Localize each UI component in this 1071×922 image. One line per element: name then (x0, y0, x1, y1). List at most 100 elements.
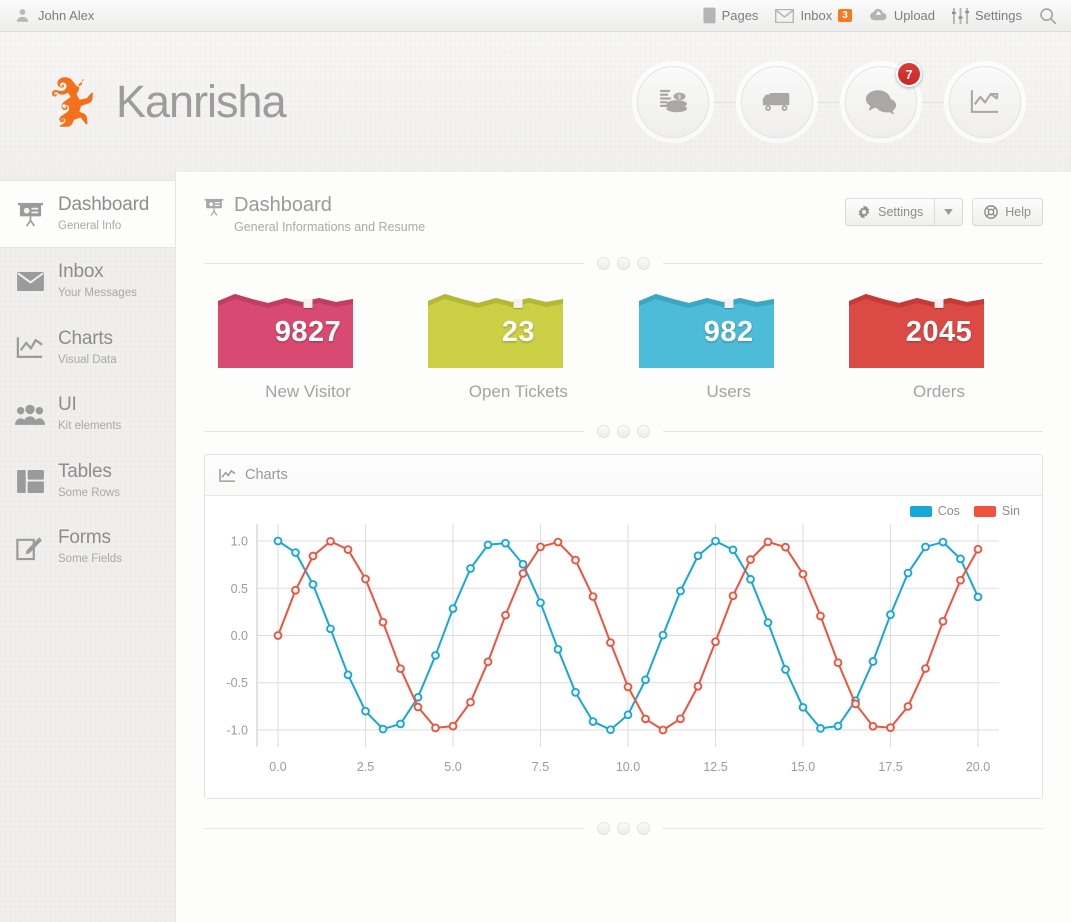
chart-marker (536, 542, 545, 552)
chart-marker (343, 545, 353, 554)
sidebar-item-dashboard[interactable]: Dashboard General Info (0, 180, 175, 249)
user-menu[interactable]: John Alex (14, 7, 94, 24)
legend-item-cos[interactable]: Cos (909, 504, 960, 518)
stat-value: 2045 (905, 316, 973, 348)
stat-card-open-tickets[interactable]: 23 Open Tickets (428, 290, 608, 402)
app-header: Kanrisha $ 7 (0, 32, 1071, 172)
page-header-text: Dashboard General Informations and Resum… (234, 194, 425, 234)
quicknav-delivery[interactable] (741, 66, 813, 138)
line-chart-icon (970, 89, 1000, 115)
stat-pin (513, 299, 523, 308)
charts-panel-title: Charts (245, 467, 288, 483)
separator-dot (637, 424, 650, 438)
chart-marker (273, 536, 283, 546)
main-content: Dashboard General Informations and Resum… (175, 172, 1071, 922)
chart-marker (763, 537, 773, 547)
stat-pin (724, 299, 734, 308)
sidebar-item-inbox[interactable]: Inbox Your Messages (0, 248, 175, 314)
page-actions: Settings Help (845, 194, 1043, 226)
separator-dot (617, 424, 630, 438)
chart-marker (431, 651, 440, 660)
settings-button[interactable]: Settings (845, 198, 935, 226)
separator-dots (584, 424, 663, 438)
stat-card-orders[interactable]: 2045 Orders (848, 290, 1029, 402)
chart-marker (711, 637, 720, 647)
sidebar: Dashboard General Info Inbox Your Messag… (0, 172, 175, 922)
settings-button-group: Settings (845, 198, 964, 226)
sidebar-title-forms: Forms (58, 527, 111, 549)
chart-marker (588, 717, 598, 726)
chart-marker (273, 631, 283, 640)
sidebar-item-ui[interactable]: UI Kit elements (0, 381, 175, 447)
chart-marker (956, 554, 965, 564)
help-button[interactable]: Help (972, 198, 1043, 226)
separator-dot (597, 256, 610, 270)
sidebar-text-inbox: Inbox Your Messages (58, 262, 137, 300)
stat-label: Users (706, 382, 751, 401)
topbar-label-pages: Pages (721, 8, 759, 23)
stat-card-new-visitor[interactable]: 9827 New Visitor (218, 290, 398, 402)
chart-marker (728, 591, 738, 601)
search-button[interactable] (1039, 7, 1057, 25)
topbar-item-upload[interactable]: Upload (869, 8, 935, 23)
quicknav-coins[interactable]: $ (637, 66, 709, 138)
inbox-badge: 3 (838, 8, 852, 23)
separator-dot (617, 256, 630, 270)
chart-marker (501, 610, 510, 620)
chart-marker (641, 675, 650, 685)
pencil-square-icon (14, 535, 46, 561)
logo[interactable]: Kanrisha (34, 66, 287, 138)
sidebar-item-tables[interactable]: Tables Some Rows (0, 448, 175, 514)
lizard-logo-icon (34, 66, 106, 138)
page-header: Dashboard General Informations and Resum… (204, 194, 1043, 234)
sidebar-item-charts[interactable]: Charts Visual Data (0, 315, 175, 381)
stat-value: 982 (703, 316, 754, 348)
legend-item-sin[interactable]: Sin (973, 504, 1020, 518)
line-chart[interactable]: 0.0 2.5 5.0 7.5 10.0 12.5 15.0 17.5 20.0 1.0 0.5 0.… (209, 502, 1009, 787)
chart-marker (711, 536, 720, 546)
chart-marker (693, 681, 703, 691)
stat-label: Orders (913, 382, 965, 401)
chart-marker (518, 569, 528, 578)
topbar-item-settings[interactable]: Settings (952, 7, 1022, 24)
chart-marker (798, 702, 808, 712)
user-name: John Alex (38, 8, 95, 23)
chart-marker (361, 706, 370, 716)
quicknav-messages[interactable]: 7 (845, 61, 922, 138)
chart-marker (431, 723, 440, 733)
chat-bubbles-icon (865, 89, 897, 115)
quicknav-charts[interactable] (949, 66, 1021, 138)
chart-marker (851, 699, 860, 709)
topbar-item-pages[interactable]: Pages (703, 7, 759, 24)
envelope-icon (775, 8, 795, 23)
stat-card-shape: 9827 (218, 290, 398, 368)
settings-dropdown-toggle[interactable] (934, 198, 964, 226)
chart-xtick-label: 5.0 (444, 760, 461, 774)
envelope-icon (14, 271, 46, 292)
messages-badge: 7 (896, 61, 922, 87)
table-layout-icon (14, 469, 46, 493)
charts-panel-body: Cos Sin 0.0 2.5 5.0 7.5 10.0 12.5 15.0 17.5 20.0… (205, 496, 1042, 798)
topbar-item-inbox[interactable]: Inbox 3 (775, 8, 852, 23)
chart-marker (588, 592, 598, 601)
sidebar-item-forms[interactable]: Forms Some Fields (0, 514, 175, 580)
chart-marker (903, 568, 913, 578)
chart-marker (641, 714, 650, 724)
chart-marker (676, 714, 685, 724)
sidebar-title-inbox: Inbox (58, 261, 104, 283)
stat-label: New Visitor (265, 382, 351, 401)
chevron-down-icon (944, 209, 954, 215)
chart-marker (816, 724, 825, 733)
chart-marker (536, 598, 545, 608)
user-icon (14, 7, 31, 24)
charts-panel: Charts Cos Sin 0.0 2.5 5.0 7.5 10.0 12.5 15.0 1… (204, 454, 1043, 799)
presentation-icon (204, 198, 224, 222)
chart-marker (553, 644, 563, 654)
separator-dots (584, 256, 663, 270)
stat-card-users[interactable]: 982 Users (638, 290, 819, 402)
chart-marker (833, 721, 843, 731)
sidebar-title-ui: UI (58, 394, 77, 416)
chart-marker (623, 682, 633, 692)
chart-marker (448, 721, 458, 731)
app-body: Dashboard General Info Inbox Your Messag… (0, 172, 1071, 922)
